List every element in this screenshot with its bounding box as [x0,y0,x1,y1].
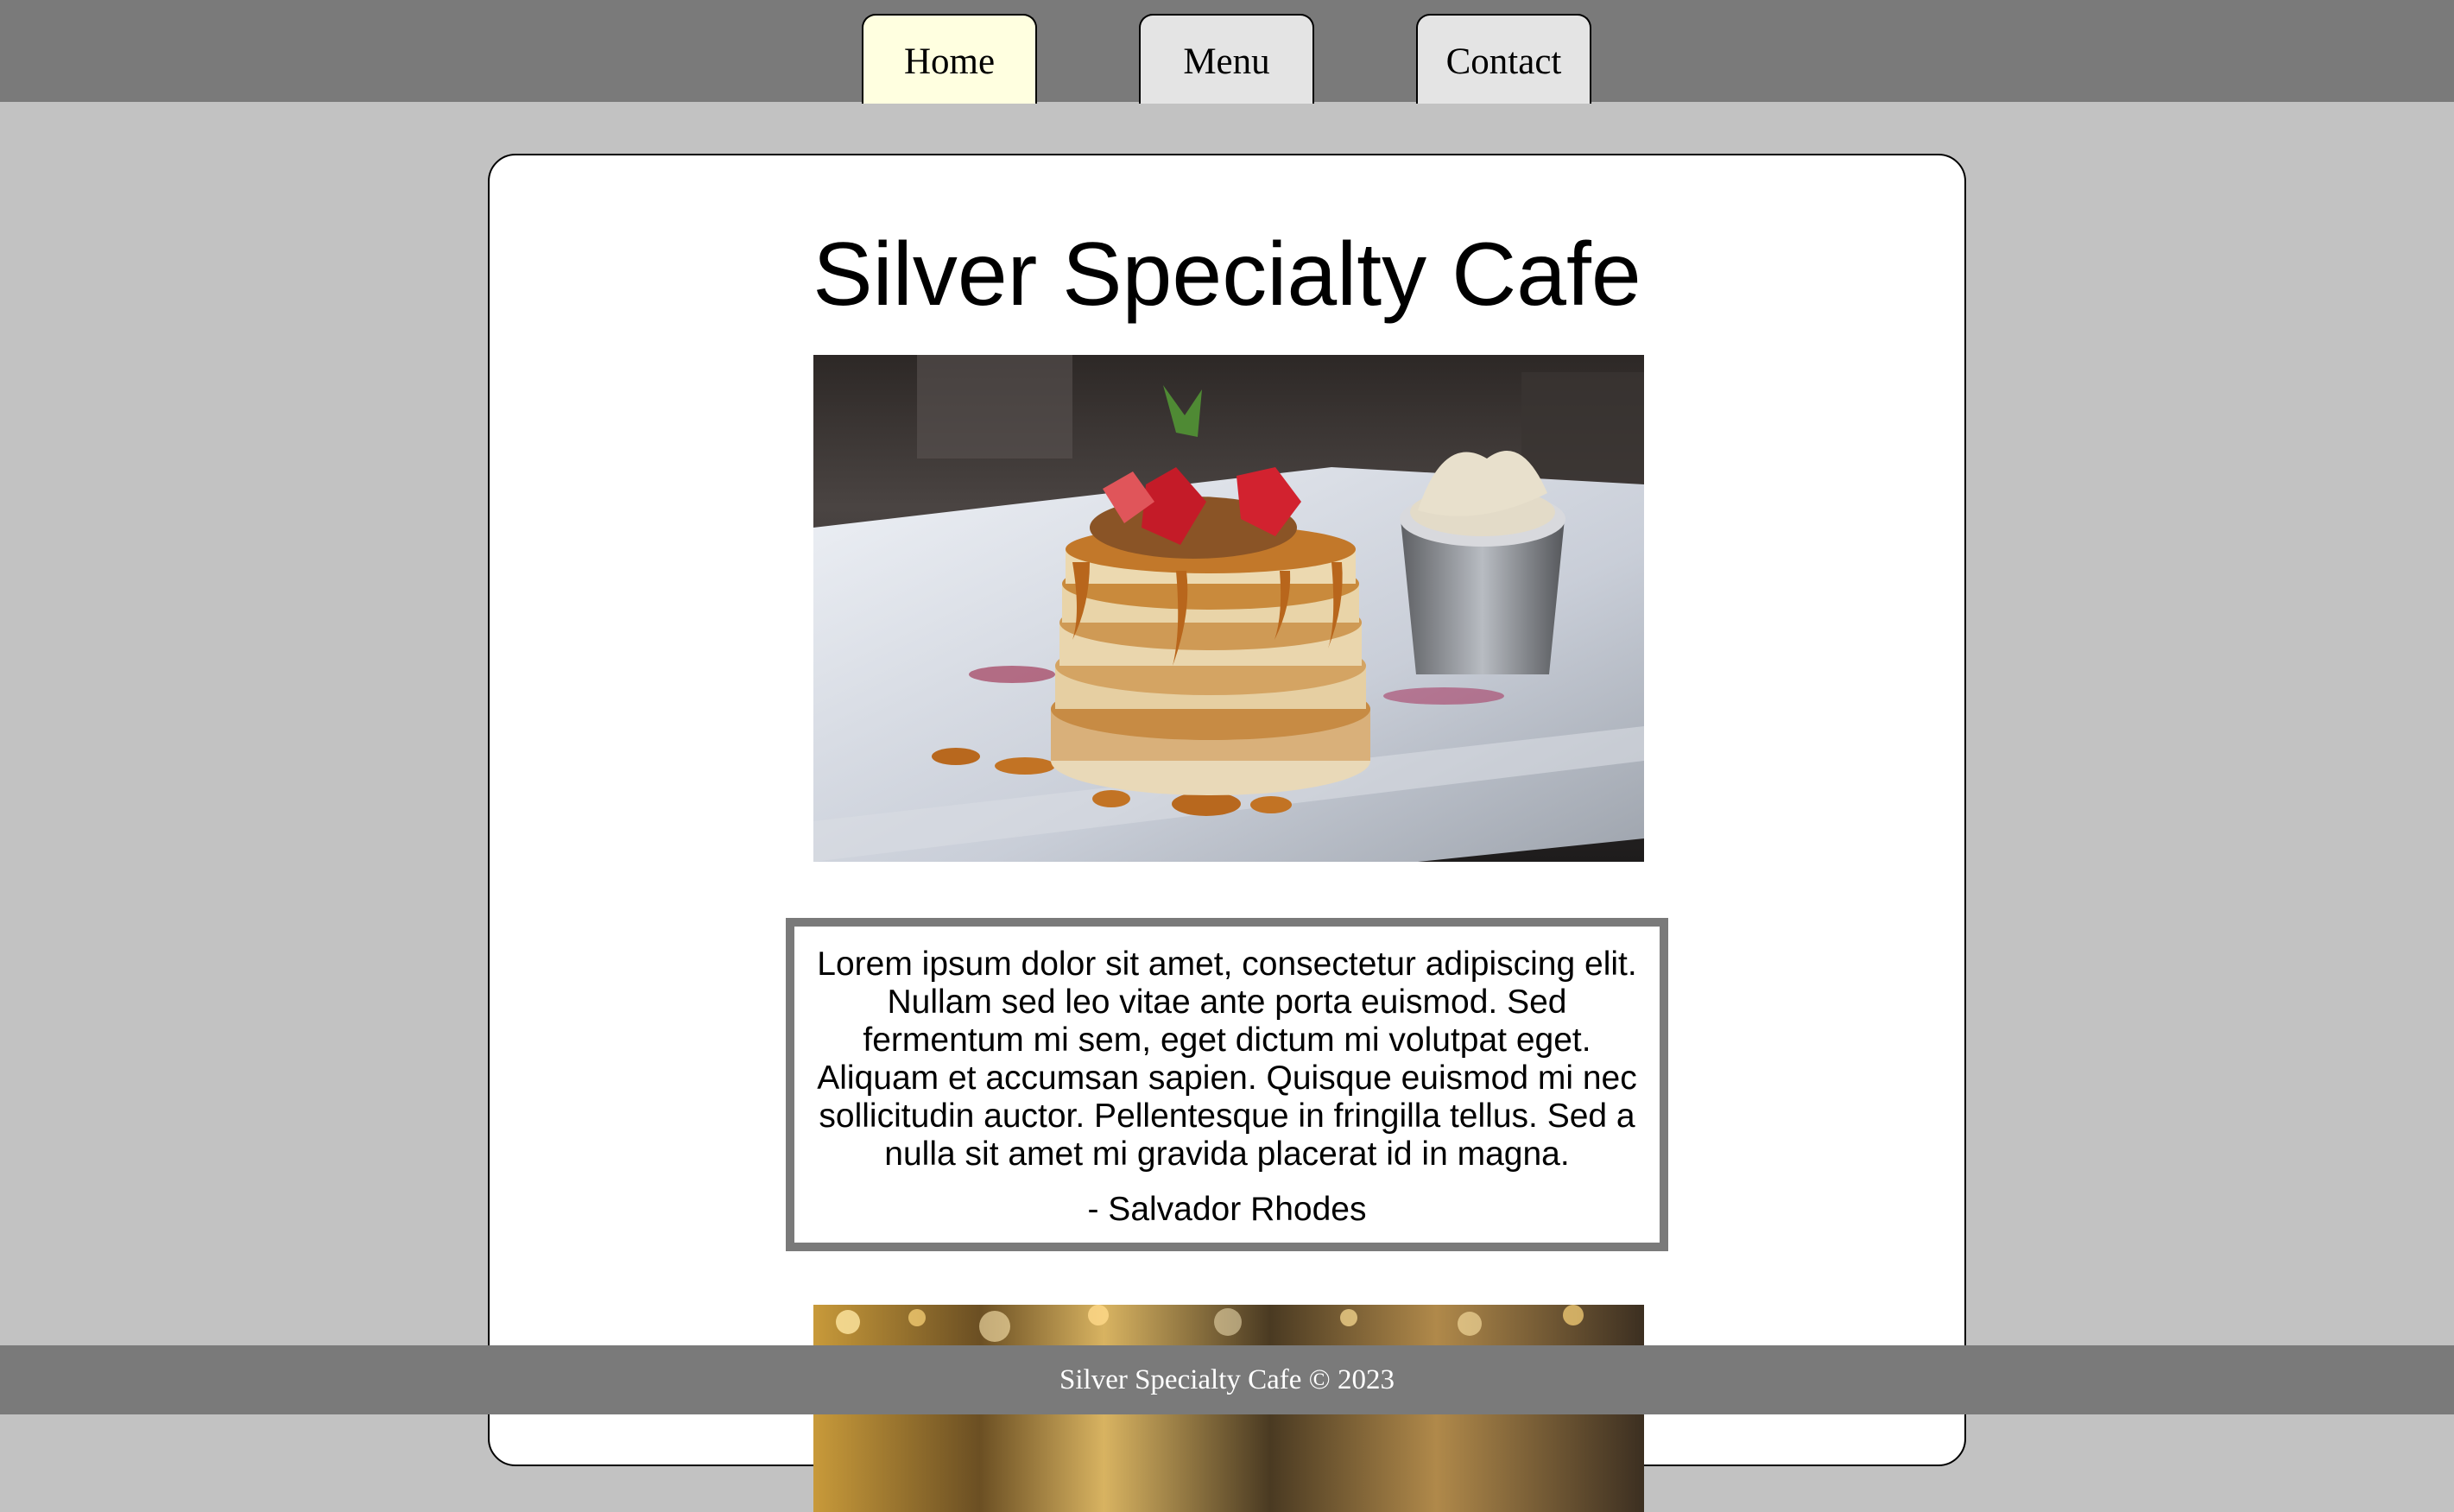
main-card: Silver Specialty Cafe Lorem ipsum dolor … [488,154,1966,1512]
testimonial-text: Lorem ipsum dolor sit amet, consectetur … [817,946,1637,1173]
testimonial-author: - Salvador Rhodes [1087,1191,1367,1228]
footer: Silver Specialty Cafe © 2023 [0,1345,2454,1414]
tab-home[interactable]: Home [862,14,1037,104]
footer-copyright: Silver Specialty Cafe © 2023 [1059,1363,1395,1395]
page-title: Silver Specialty Cafe [813,225,1641,325]
top-nav-bar: Home Menu Contact [0,0,2454,104]
testimonial-box: Lorem ipsum dolor sit amet, consectetur … [786,918,1668,1251]
tab-menu[interactable]: Menu [1139,14,1314,104]
pancakes-photo [813,355,1644,862]
tab-contact[interactable]: Contact [1416,14,1591,104]
